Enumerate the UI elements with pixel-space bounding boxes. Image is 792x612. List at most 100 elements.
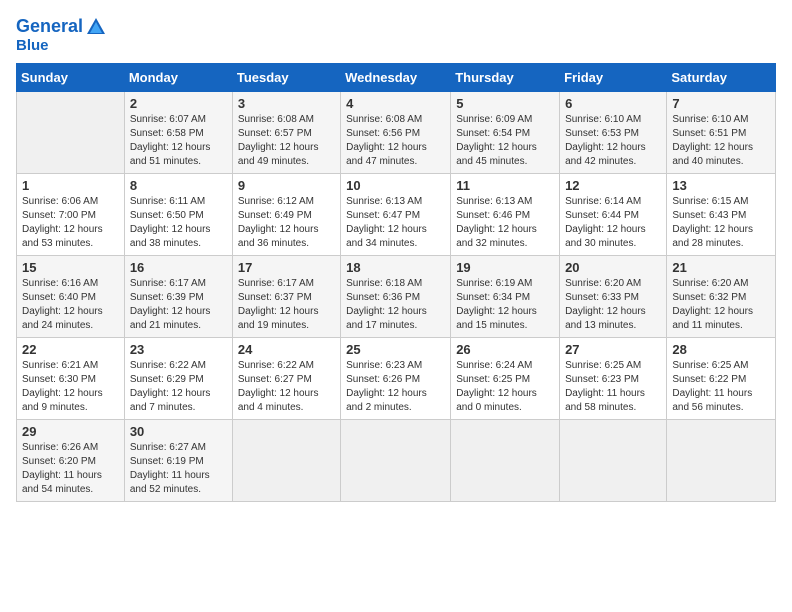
day-detail: Sunrise: 6:25 AMSunset: 6:23 PMDaylight:… (565, 359, 661, 415)
day-detail: Sunrise: 6:10 AMSunset: 6:51 PMDaylight:… (672, 113, 770, 169)
day-detail: Sunrise: 6:07 AMSunset: 6:58 PMDaylight:… (130, 113, 227, 169)
logo-subtext: Blue (16, 38, 107, 55)
calendar-week-3: 15 Sunrise: 6:16 AMSunset: 6:40 PMDayligh… (17, 255, 776, 337)
day-detail: Sunrise: 6:18 AMSunset: 6:36 PMDaylight:… (346, 277, 445, 333)
calendar-cell: 30 Sunrise: 6:27 AMSunset: 6:19 PMDayligh… (124, 419, 232, 501)
logo-icon (85, 16, 107, 38)
calendar-cell: 9 Sunrise: 6:12 AMSunset: 6:49 PMDaylight… (232, 173, 340, 255)
calendar-cell: 16 Sunrise: 6:17 AMSunset: 6:39 PMDayligh… (124, 255, 232, 337)
calendar-cell: 21 Sunrise: 6:20 AMSunset: 6:32 PMDayligh… (667, 255, 776, 337)
day-number: 2 (130, 96, 227, 111)
day-detail: Sunrise: 6:09 AMSunset: 6:54 PMDaylight:… (456, 113, 554, 169)
day-detail: Sunrise: 6:06 AMSunset: 7:00 PMDaylight:… (22, 195, 119, 251)
day-number: 20 (565, 260, 661, 275)
day-detail: Sunrise: 6:14 AMSunset: 6:44 PMDaylight:… (565, 195, 661, 251)
day-number: 30 (130, 424, 227, 439)
calendar-cell: 11 Sunrise: 6:13 AMSunset: 6:46 PMDayligh… (451, 173, 560, 255)
calendar-week-2: 1 Sunrise: 6:06 AMSunset: 7:00 PMDaylight… (17, 173, 776, 255)
day-number: 25 (346, 342, 445, 357)
weekday-header-saturday: Saturday (667, 63, 776, 91)
day-number: 3 (238, 96, 335, 111)
day-detail: Sunrise: 6:16 AMSunset: 6:40 PMDaylight:… (22, 277, 119, 333)
day-number: 29 (22, 424, 119, 439)
calendar-header-row: SundayMondayTuesdayWednesdayThursdayFrid… (17, 63, 776, 91)
weekday-header-wednesday: Wednesday (341, 63, 451, 91)
calendar-cell: 27 Sunrise: 6:25 AMSunset: 6:23 PMDayligh… (560, 337, 667, 419)
calendar-cell: 19 Sunrise: 6:19 AMSunset: 6:34 PMDayligh… (451, 255, 560, 337)
calendar-week-5: 29 Sunrise: 6:26 AMSunset: 6:20 PMDayligh… (17, 419, 776, 501)
calendar-cell: 3 Sunrise: 6:08 AMSunset: 6:57 PMDaylight… (232, 91, 340, 173)
day-detail: Sunrise: 6:20 AMSunset: 6:33 PMDaylight:… (565, 277, 661, 333)
day-number: 19 (456, 260, 554, 275)
day-number: 11 (456, 178, 554, 193)
day-detail: Sunrise: 6:17 AMSunset: 6:39 PMDaylight:… (130, 277, 227, 333)
day-detail: Sunrise: 6:15 AMSunset: 6:43 PMDaylight:… (672, 195, 770, 251)
calendar-cell (341, 419, 451, 501)
calendar-table: SundayMondayTuesdayWednesdayThursdayFrid… (16, 63, 776, 502)
day-number: 5 (456, 96, 554, 111)
weekday-header-tuesday: Tuesday (232, 63, 340, 91)
day-number: 6 (565, 96, 661, 111)
calendar-cell: 6Sunrise: 6:10 AMSunset: 6:53 PMDaylight… (560, 91, 667, 173)
day-detail: Sunrise: 6:27 AMSunset: 6:19 PMDaylight:… (130, 441, 227, 497)
day-number: 4 (346, 96, 445, 111)
calendar-cell: 8 Sunrise: 6:11 AMSunset: 6:50 PMDaylight… (124, 173, 232, 255)
day-number: 15 (22, 260, 119, 275)
day-detail: Sunrise: 6:22 AMSunset: 6:27 PMDaylight:… (238, 359, 335, 415)
day-number: 24 (238, 342, 335, 357)
weekday-header-monday: Monday (124, 63, 232, 91)
calendar-body: 2 Sunrise: 6:07 AMSunset: 6:58 PMDaylight… (17, 91, 776, 501)
day-number: 27 (565, 342, 661, 357)
calendar-cell: 20 Sunrise: 6:20 AMSunset: 6:33 PMDayligh… (560, 255, 667, 337)
calendar-cell: 4 Sunrise: 6:08 AMSunset: 6:56 PMDaylight… (341, 91, 451, 173)
day-number: 8 (130, 178, 227, 193)
day-number: 9 (238, 178, 335, 193)
day-detail: Sunrise: 6:08 AMSunset: 6:56 PMDaylight:… (346, 113, 445, 169)
day-number: 7 (672, 96, 770, 111)
day-detail: Sunrise: 6:23 AMSunset: 6:26 PMDaylight:… (346, 359, 445, 415)
day-detail: Sunrise: 6:22 AMSunset: 6:29 PMDaylight:… (130, 359, 227, 415)
day-detail: Sunrise: 6:21 AMSunset: 6:30 PMDaylight:… (22, 359, 119, 415)
calendar-cell: 13 Sunrise: 6:15 AMSunset: 6:43 PMDayligh… (667, 173, 776, 255)
calendar-cell: 28 Sunrise: 6:25 AMSunset: 6:22 PMDayligh… (667, 337, 776, 419)
calendar-cell: 18Sunrise: 6:18 AMSunset: 6:36 PMDayligh… (341, 255, 451, 337)
weekday-header-thursday: Thursday (451, 63, 560, 91)
calendar-cell (560, 419, 667, 501)
calendar-cell (451, 419, 560, 501)
day-detail: Sunrise: 6:08 AMSunset: 6:57 PMDaylight:… (238, 113, 335, 169)
page-header: General Blue (16, 16, 776, 55)
calendar-week-1: 2 Sunrise: 6:07 AMSunset: 6:58 PMDaylight… (17, 91, 776, 173)
day-detail: Sunrise: 6:17 AMSunset: 6:37 PMDaylight:… (238, 277, 335, 333)
day-detail: Sunrise: 6:26 AMSunset: 6:20 PMDaylight:… (22, 441, 119, 497)
day-detail: Sunrise: 6:19 AMSunset: 6:34 PMDaylight:… (456, 277, 554, 333)
calendar-cell: 15 Sunrise: 6:16 AMSunset: 6:40 PMDayligh… (17, 255, 125, 337)
calendar-cell: 1 Sunrise: 6:06 AMSunset: 7:00 PMDaylight… (17, 173, 125, 255)
weekday-header-sunday: Sunday (17, 63, 125, 91)
day-number: 12 (565, 178, 661, 193)
day-detail: Sunrise: 6:13 AMSunset: 6:47 PMDaylight:… (346, 195, 445, 251)
day-number: 22 (22, 342, 119, 357)
calendar-cell: 7 Sunrise: 6:10 AMSunset: 6:51 PMDaylight… (667, 91, 776, 173)
day-number: 28 (672, 342, 770, 357)
day-number: 10 (346, 178, 445, 193)
day-detail: Sunrise: 6:25 AMSunset: 6:22 PMDaylight:… (672, 359, 770, 415)
day-detail: Sunrise: 6:13 AMSunset: 6:46 PMDaylight:… (456, 195, 554, 251)
day-detail: Sunrise: 6:12 AMSunset: 6:49 PMDaylight:… (238, 195, 335, 251)
day-detail: Sunrise: 6:24 AMSunset: 6:25 PMDaylight:… (456, 359, 554, 415)
calendar-cell: 26 Sunrise: 6:24 AMSunset: 6:25 PMDayligh… (451, 337, 560, 419)
day-number: 1 (22, 178, 119, 193)
calendar-cell (232, 419, 340, 501)
calendar-cell: 23 Sunrise: 6:22 AMSunset: 6:29 PMDayligh… (124, 337, 232, 419)
logo: General Blue (16, 16, 107, 55)
day-number: 21 (672, 260, 770, 275)
day-number: 16 (130, 260, 227, 275)
day-number: 26 (456, 342, 554, 357)
day-detail: Sunrise: 6:11 AMSunset: 6:50 PMDaylight:… (130, 195, 227, 251)
day-number: 23 (130, 342, 227, 357)
day-number: 13 (672, 178, 770, 193)
day-number: 17 (238, 260, 335, 275)
calendar-cell: 17 Sunrise: 6:17 AMSunset: 6:37 PMDayligh… (232, 255, 340, 337)
calendar-cell: 25 Sunrise: 6:23 AMSunset: 6:26 PMDayligh… (341, 337, 451, 419)
calendar-cell: 24 Sunrise: 6:22 AMSunset: 6:27 PMDayligh… (232, 337, 340, 419)
day-detail: Sunrise: 6:20 AMSunset: 6:32 PMDaylight:… (672, 277, 770, 333)
